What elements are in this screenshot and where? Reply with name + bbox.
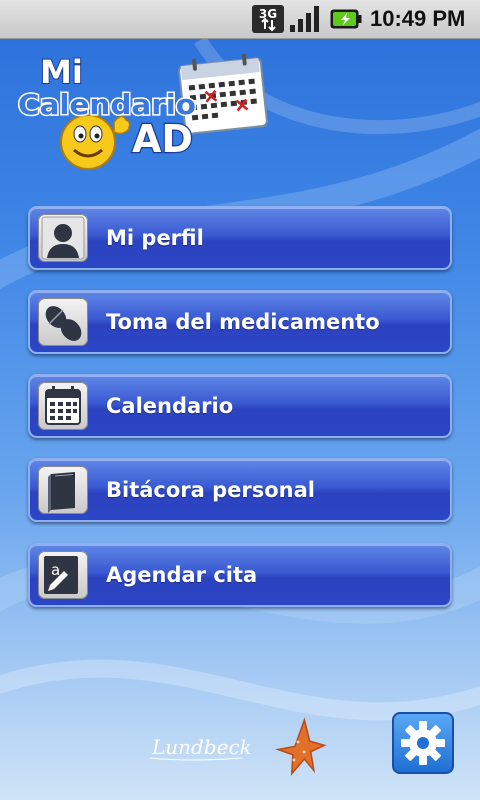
logo-text-mi: Mi — [40, 53, 83, 91]
menu-label: Mi perfil — [106, 226, 204, 250]
home-screen: 3G 10:49 PM Mi Calendario AD Mi perfil T… — [0, 0, 480, 800]
settings-button[interactable] — [392, 712, 454, 774]
profile-silhouette-icon — [38, 214, 88, 262]
appointment-pen-icon: a — [38, 551, 88, 599]
menu-label: Agendar cita — [106, 563, 258, 587]
menu-label: Bitácora personal — [106, 478, 316, 502]
menu-button-calendario[interactable]: Calendario — [28, 374, 452, 438]
pills-icon — [38, 298, 88, 346]
menu-button-bitacora-personal[interactable]: Bitácora personal — [28, 458, 452, 522]
menu-button-toma-del-medicamento[interactable]: Toma del medicamento — [28, 290, 452, 354]
app-logo: Mi Calendario AD — [10, 48, 275, 178]
notebook-icon — [38, 466, 88, 514]
battery-charging-icon — [330, 9, 362, 29]
gear-icon — [401, 721, 445, 765]
menu-button-agendar-cita[interactable]: a Agendar cita — [28, 543, 452, 607]
calendar-icon — [38, 382, 88, 430]
signal-strength-icon — [290, 6, 319, 32]
status-bar: 3G 10:49 PM — [0, 0, 480, 39]
logo-smiley-graphic — [60, 114, 131, 170]
menu-button-mi-perfil[interactable]: Mi perfil — [28, 206, 452, 270]
menu-label: Toma del medicamento — [106, 310, 380, 334]
lundbeck-brand-logo: Lundbeck — [149, 717, 327, 776]
menu-label: Calendario — [106, 394, 234, 418]
starfish-icon — [275, 717, 327, 776]
3g-data-icon: 3G — [252, 5, 284, 33]
lundbeck-wordmark: Lundbeck — [151, 735, 252, 759]
clock-time: 10:49 PM — [370, 6, 466, 31]
network-label: 3G — [259, 7, 277, 21]
logo-text-ad: AD — [132, 117, 193, 161]
